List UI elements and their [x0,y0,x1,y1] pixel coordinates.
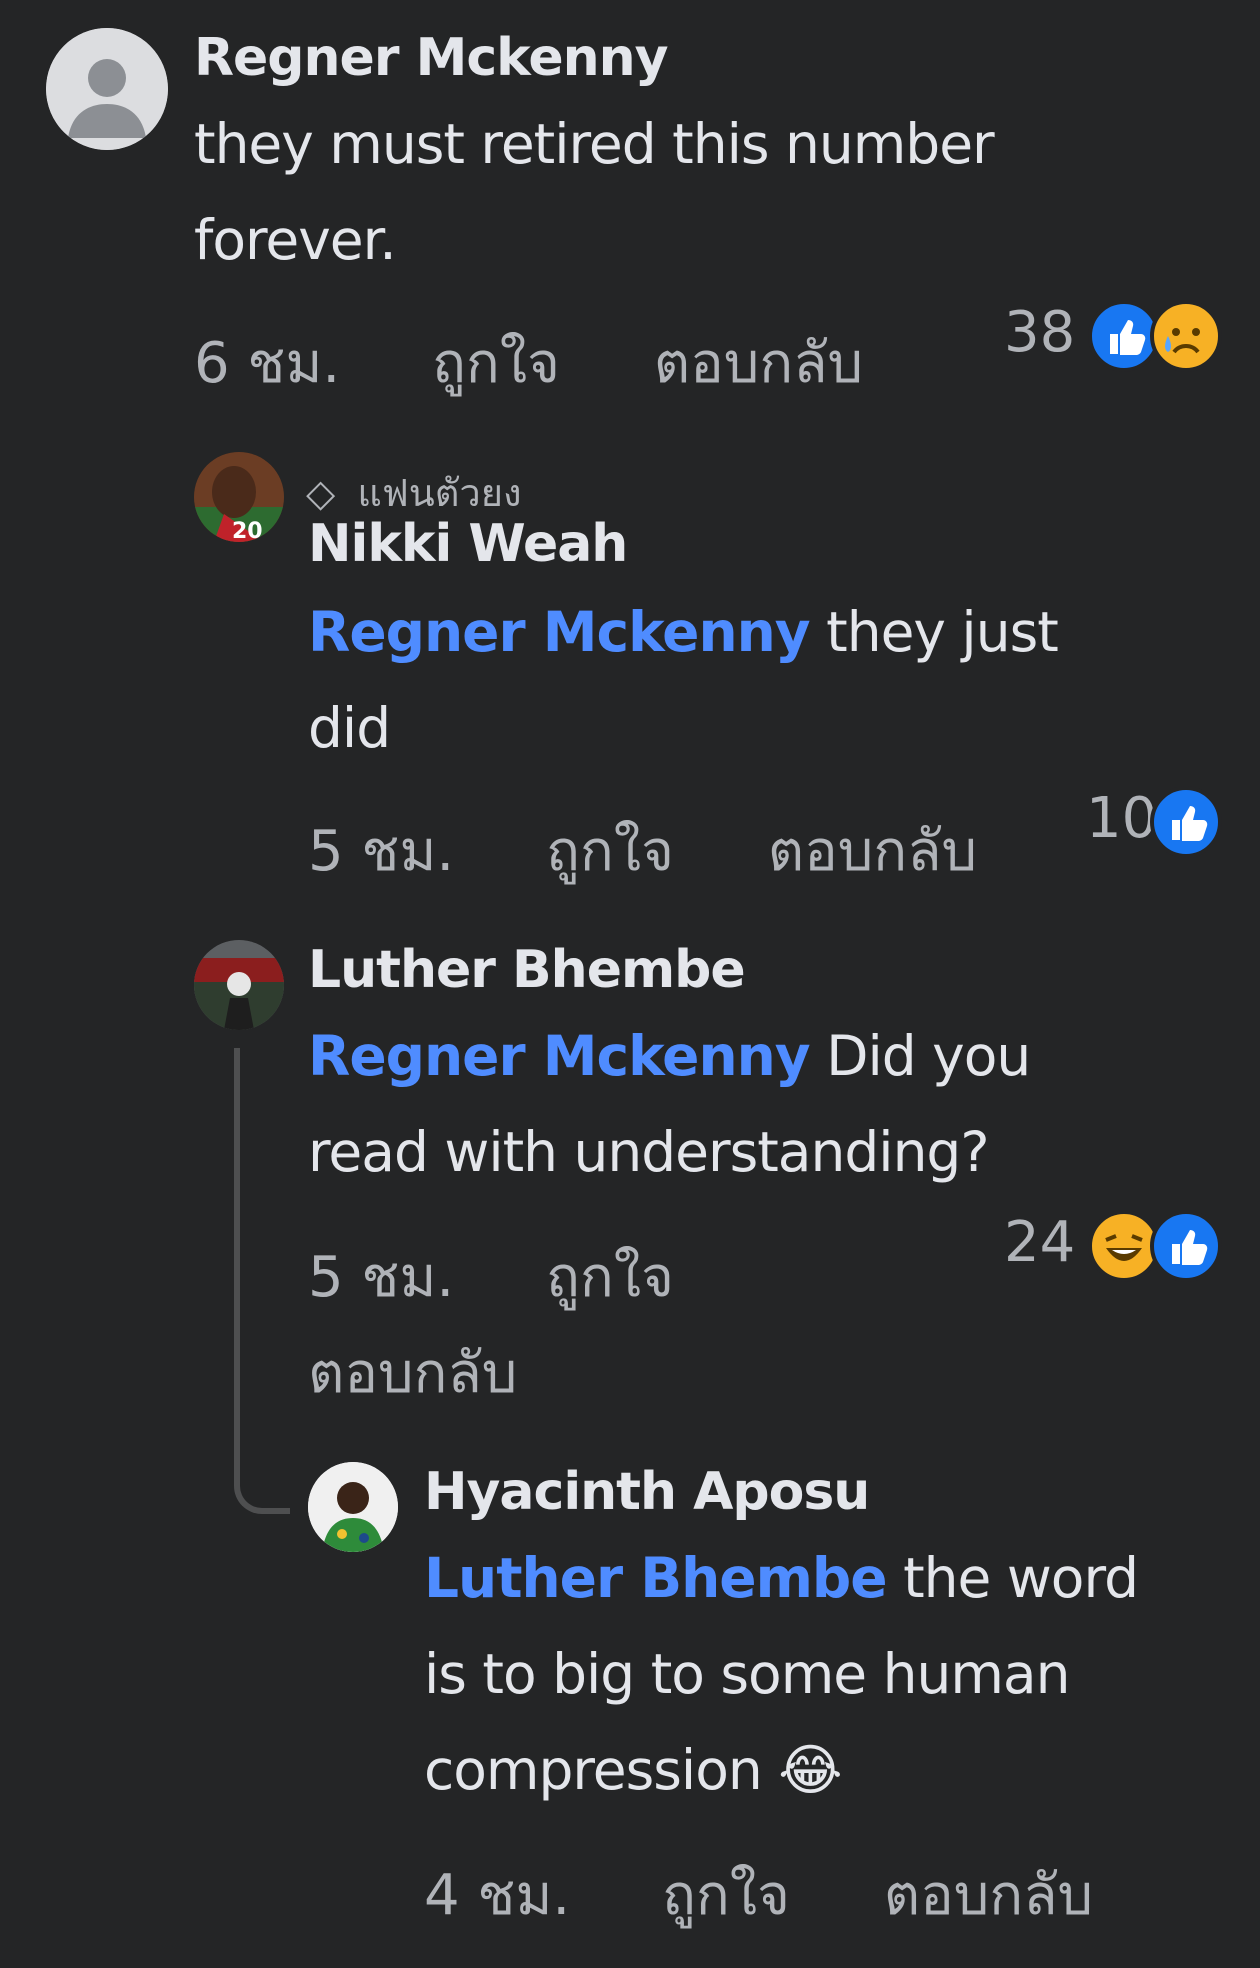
like-button[interactable]: ถูกใจ [546,1230,674,1326]
comment-actions: 5 ชม. ถูกใจ ตอบกลับ [308,806,977,895]
reply-button[interactable]: ตอบกลับ [654,318,863,407]
comment-actions: 6 ชม. ถูกใจ ตอบกลับ [194,318,863,407]
profile-photo: 20 [194,452,284,542]
like-icon [1150,1210,1222,1282]
avatar[interactable] [46,28,168,150]
badge-label: แฟนตัวยง [357,471,522,515]
avatar[interactable]: 20 [194,452,284,542]
profile-photo [308,1462,398,1552]
sad-face-icon [1150,300,1222,372]
comment-author[interactable]: Nikki Weah [308,514,628,574]
mention-link[interactable]: Luther Bhembe [424,1546,888,1610]
like-icon [1150,786,1222,858]
comment-author[interactable]: Luther Bhembe [308,940,746,1000]
reaction-count[interactable]: 10 [1086,786,1157,851]
timestamp[interactable]: 5 ชม. [308,1230,454,1326]
reaction-count[interactable]: 24 [1004,1210,1075,1275]
comment-actions: 5 ชม. ถูกใจ ตอบกลับ [308,1230,688,1422]
reply-thread-line [234,1048,290,1514]
reply-button[interactable]: ตอบกลับ [308,1326,517,1422]
comment-author[interactable]: Hyacinth Aposu [424,1462,870,1522]
tears-of-joy-emoji: 😂 [778,1738,842,1802]
avatar[interactable] [194,940,284,1030]
comment-text: Regner Mckenny they just did [308,584,1108,776]
comment-author[interactable]: Regner Mckenny [194,28,669,88]
avatar[interactable] [308,1462,398,1552]
comment-actions: 4 ชม. ถูกใจ ตอบกลับ [424,1850,1093,1939]
default-avatar-icon [46,28,168,150]
timestamp[interactable]: 6 ชม. [194,318,340,407]
timestamp[interactable]: 4 ชม. [424,1850,570,1939]
profile-photo [194,940,284,1030]
like-button[interactable]: ถูกใจ [432,318,560,407]
diamond-icon: ◇ [306,471,336,515]
reaction-count[interactable]: 38 [1004,300,1075,365]
timestamp[interactable]: 5 ชม. [308,806,454,895]
svg-text:20: 20 [232,519,263,542]
comment-text: Regner Mckenny Did you read with underst… [308,1008,1108,1200]
comment-text: they must retired this number forever. [194,96,1094,288]
like-button[interactable]: ถูกใจ [546,806,674,895]
comment-body: they must retired this number forever. [194,112,995,272]
comment-text: Luther Bhembe the word is to big to some… [424,1530,1164,1818]
reply-button[interactable]: ตอบกลับ [768,806,977,895]
reply-button[interactable]: ตอบกลับ [884,1850,1093,1939]
like-button[interactable]: ถูกใจ [662,1850,790,1939]
mention-link[interactable]: Regner Mckenny [308,600,811,664]
mention-link[interactable]: Regner Mckenny [308,1024,811,1088]
